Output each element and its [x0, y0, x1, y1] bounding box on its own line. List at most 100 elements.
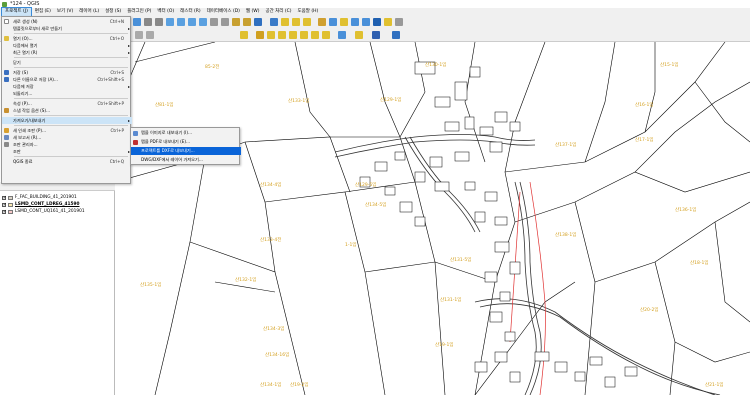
rotate-label-icon[interactable] [289, 31, 297, 39]
edit-pencil-icon[interactable] [135, 31, 143, 39]
menu-open-from[interactable]: 다음에서 열기 ▸ [2, 42, 132, 49]
zoom-full-icon[interactable] [166, 18, 174, 26]
menu-view[interactable]: 보기 (V) [54, 8, 76, 16]
show-bookmarks-icon[interactable] [243, 18, 251, 26]
parcel-label: 산130-1임 [425, 63, 447, 68]
parcel-label: 산129-5임 [355, 183, 377, 188]
zoom-in-icon[interactable] [144, 18, 152, 26]
menu-bar: 프로젝트 (J) 편집 (E) 보기 (V) 레이어 (L) 설정 (S) 플러… [0, 7, 750, 17]
refresh-icon[interactable] [254, 18, 262, 26]
menu-open[interactable]: 열기 (O)... Ctrl+O [2, 35, 132, 42]
pin-labels-icon[interactable] [256, 31, 264, 39]
menu-database[interactable]: 데이터베이스 (D) [204, 8, 243, 16]
field-calculator-icon[interactable] [329, 18, 337, 26]
menu-import-export[interactable]: 가져오기/내보내기 ▸ [2, 117, 132, 124]
layer-name: LSMD_CONT_LDREG_41590 [15, 202, 80, 207]
zoom-layer-icon[interactable] [188, 18, 196, 26]
parcel-label: 산138-1임 [555, 233, 577, 238]
layer-name: LSMD_CONT_UQ161_41_201901 [15, 209, 85, 214]
deselect-icon[interactable] [303, 18, 311, 26]
save-edits-icon[interactable] [146, 31, 154, 39]
zoom-selection-icon[interactable] [177, 18, 185, 26]
layer-item[interactable]: LSMD_CONT_UQ161_41_201901 [2, 208, 85, 215]
show-labels-icon[interactable] [267, 31, 275, 39]
menu-vector[interactable]: 벡터 (O) [154, 8, 177, 16]
label-properties-icon[interactable] [311, 31, 319, 39]
web-icon[interactable] [392, 31, 400, 39]
zoom-out-icon[interactable] [155, 18, 163, 26]
menu-separator [14, 67, 128, 68]
layer-item[interactable]: LSMD_CONT_LDREG_41590 [2, 201, 79, 208]
parcel-label: 산134-16임 [265, 353, 290, 358]
menu-layer[interactable]: 레이어 (L) [76, 8, 102, 16]
menu-save-to[interactable]: 다음에 저장 ▸ [2, 83, 132, 90]
parcel-label: 산81-1임 [155, 103, 174, 108]
parcel-label: 산134-1임 [260, 383, 282, 388]
menu-revert[interactable]: 되돌리기... [2, 90, 132, 97]
submenu-import-dwg[interactable]: DWG/DXF에서 레이어 가져오기... [131, 156, 241, 164]
blank-icon [4, 43, 9, 48]
menu-separator [14, 115, 128, 116]
diagram-icon[interactable] [322, 31, 330, 39]
menu-save[interactable]: 저장 (S) Ctrl+S [2, 69, 132, 76]
menu-new-from-template[interactable]: 템플릿으로부터 새로 만들기 ▸ [2, 25, 132, 32]
zoom-next-icon[interactable] [221, 18, 229, 26]
submenu-export-pdf[interactable]: 맵을 PDF로 내보내기 (E)... [131, 138, 241, 146]
menu-processing[interactable]: 공간 처리 (C) [262, 8, 294, 16]
identify-icon[interactable] [270, 18, 278, 26]
zoom-native-icon[interactable] [199, 18, 207, 26]
select-icon[interactable] [281, 18, 289, 26]
menu-exit-qgis[interactable]: QGIS 종료 Ctrl+Q [2, 158, 132, 165]
magnet-icon [4, 108, 9, 113]
change-label-icon[interactable] [300, 31, 308, 39]
menu-plugins[interactable]: 플러그인 (P) [124, 8, 154, 16]
layer-item[interactable]: F_FAC_BUILDING_41_201901 [2, 194, 77, 201]
move-label-icon[interactable] [278, 31, 286, 39]
parcel-label: 산135-1임 [140, 283, 162, 288]
menu-new-report[interactable]: 새 보고서 (R)... [2, 134, 132, 141]
blank-icon [4, 91, 9, 96]
menu-snapping-options[interactable]: 스냅 작업 옵션 (S)... [2, 107, 132, 114]
layer-symbol [8, 195, 13, 200]
menu-open-recent[interactable]: 최근 열기 (R) ▸ [2, 49, 132, 56]
menu-help[interactable]: 도움말 (H) [295, 8, 322, 16]
layer-visibility-checkbox[interactable] [2, 195, 7, 201]
menu-layouts[interactable]: 조판 ▸ [2, 148, 132, 155]
zoom-last-icon[interactable] [210, 18, 218, 26]
plugin-icon[interactable] [355, 31, 363, 39]
map-canvas[interactable]: 85-2전 산81-1임 산135-1임 산134-3임 산134-4임 산13… [115, 42, 750, 395]
new-bookmark-icon[interactable] [232, 18, 240, 26]
label-icon[interactable] [240, 31, 248, 39]
menu-layout-manager[interactable]: 조판 관리자... [2, 141, 132, 148]
parcel-label: 산132-1임 [235, 278, 257, 283]
annotation-icon[interactable] [384, 18, 392, 26]
layer-visibility-checkbox[interactable] [2, 202, 7, 208]
python-console-icon[interactable] [338, 31, 346, 39]
blank-icon [4, 84, 9, 89]
attribute-table-icon[interactable] [318, 18, 326, 26]
menu-edit[interactable]: 편집 (E) [32, 8, 54, 16]
measure-icon[interactable] [362, 18, 370, 26]
menu-new-print-layout[interactable]: 새 인쇄 조판 (P)... Ctrl+P [2, 127, 132, 134]
submenu-export-image[interactable]: 맵을 이미지로 내보내기 (I)... [131, 129, 241, 137]
menu-close[interactable]: 닫기 [2, 59, 132, 66]
python-icon[interactable] [372, 31, 380, 39]
menu-settings[interactable]: 설정 (S) [102, 8, 124, 16]
menu-web[interactable]: 웹 (W) [243, 8, 263, 16]
parcel-label: 산129-1임 [380, 98, 402, 103]
parcel-label: 산20-2임 [640, 308, 659, 313]
select-value-icon[interactable] [292, 18, 300, 26]
menu-properties[interactable]: 속성 (P)... Ctrl+Shift+P [2, 100, 132, 107]
statistics-icon[interactable] [351, 18, 359, 26]
menu-save-as[interactable]: 다른 이름으로 저장 (A)... Ctrl+Shift+S [2, 76, 132, 83]
text-annotation-icon[interactable] [395, 18, 403, 26]
toolbox-icon[interactable] [340, 18, 348, 26]
map-tips-icon[interactable] [373, 18, 381, 26]
submenu-export-dxf[interactable]: 프로젝트를 DXF로 내보내기... [131, 147, 241, 155]
layer-visibility-checkbox[interactable] [2, 209, 7, 215]
chevron-right-icon: ▸ [127, 50, 130, 55]
pan-icon[interactable] [133, 18, 141, 26]
menu-new[interactable]: 새로 생성 (N) Ctrl+N [2, 18, 132, 25]
menu-raster[interactable]: 래스터 (R) [177, 8, 204, 16]
save-icon [4, 70, 9, 75]
